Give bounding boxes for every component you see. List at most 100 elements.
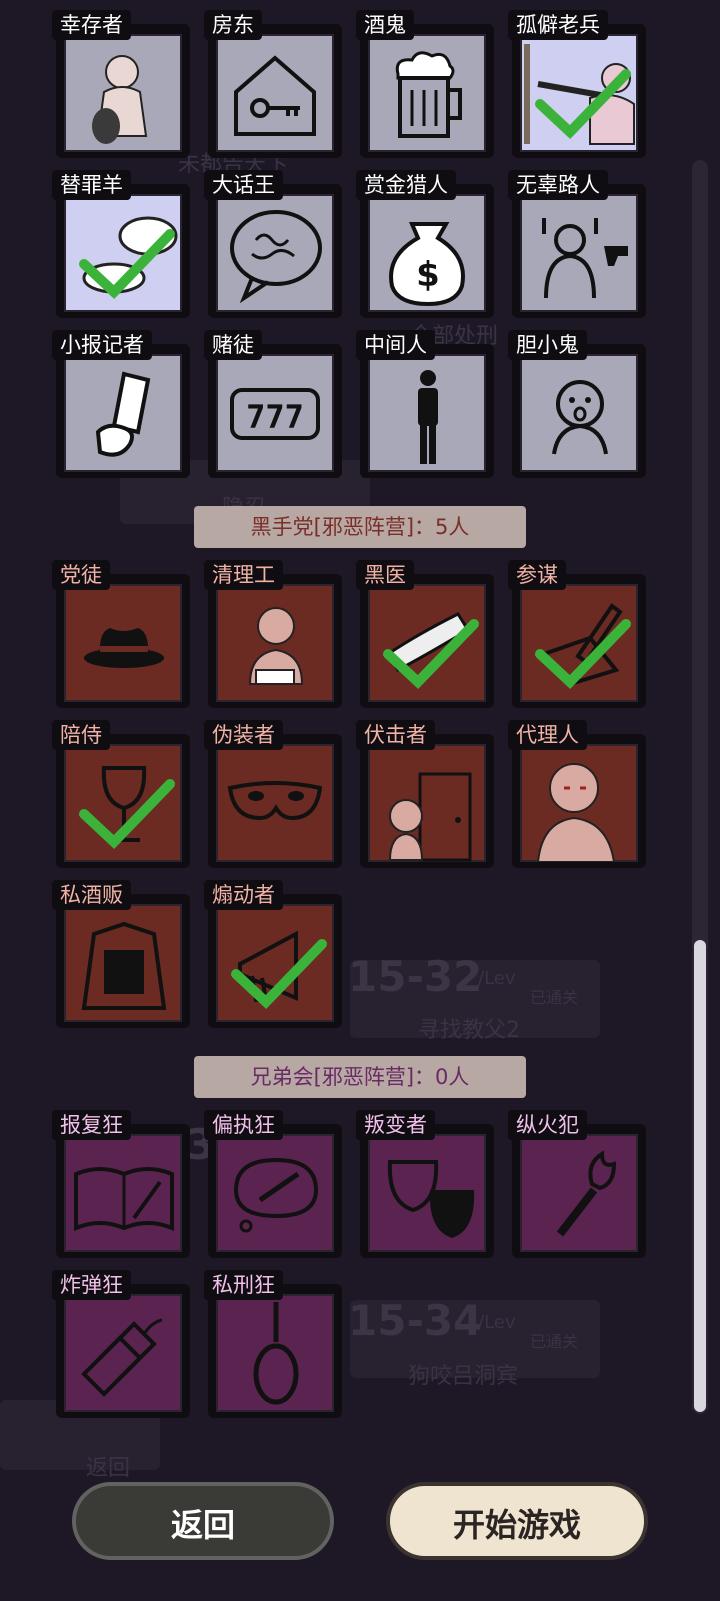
back-button[interactable]: 返回 [72, 1482, 334, 1560]
checkmark-icon [231, 939, 327, 1010]
role-card-advisor[interactable]: 参谋 [508, 560, 646, 708]
svg-text:$: $ [416, 255, 440, 295]
coat-bottles-icon [81, 921, 167, 1010]
bg-level-number: 15-32 [348, 952, 483, 1001]
role-label: 党徒 [52, 560, 110, 590]
book-knife-icon [74, 1167, 174, 1231]
role-label: 参谋 [508, 560, 566, 590]
checkmark-icon [79, 229, 175, 300]
role-card-liar[interactable]: 大话王 [204, 170, 342, 318]
role-card-tabloid-reporter[interactable]: 小报记者 [52, 330, 190, 478]
theater-masks-icon [387, 1160, 475, 1238]
torch-icon [556, 1150, 617, 1237]
bg-level-suffix: /Lev [478, 968, 516, 989]
bg-back-label: 返回 [86, 1456, 131, 1481]
money-bag-icon: $ [389, 222, 465, 307]
role-card-survivor[interactable]: 幸存者 [52, 10, 190, 158]
role-card-cleaner[interactable]: 清理工 [204, 560, 342, 708]
newspaper-icon [95, 371, 151, 457]
hostage-icon [542, 218, 628, 299]
role-label: 清理工 [204, 560, 283, 590]
ambush-door-icon [388, 772, 472, 862]
role-label: 私刑狂 [204, 1270, 283, 1300]
beer-mug-icon [395, 51, 462, 138]
thought-knife-icon [233, 1157, 319, 1233]
role-label: 中间人 [356, 330, 435, 360]
mask-icon [227, 781, 323, 821]
scrollbar-thumb[interactable] [694, 940, 706, 1412]
role-label: 叛变者 [356, 1110, 435, 1140]
role-card-instigator[interactable]: 煽动者 [204, 880, 342, 1028]
survivor-icon [92, 55, 148, 144]
checkmark-icon [535, 69, 631, 140]
role-card-landlord[interactable]: 房东 [204, 10, 342, 158]
role-card-escort[interactable]: 陪侍 [52, 720, 190, 868]
brotherhood-faction-banner: 兄弟会[邪恶阵营]：0人 [194, 1056, 526, 1098]
dynamite-icon [81, 1318, 163, 1397]
role-label: 偏执狂 [204, 1110, 283, 1140]
svg-text:777: 777 [246, 398, 304, 436]
role-card-thug[interactable]: 党徒 [52, 560, 190, 708]
mafia-faction-banner: 黑手党[邪恶阵营]：5人 [194, 506, 526, 548]
role-card-bomber[interactable]: 炸弹狂 [52, 1270, 190, 1418]
house-key-icon [234, 55, 316, 136]
role-card-disguiser[interactable]: 伪装者 [204, 720, 342, 868]
role-card-bounty-hunter[interactable]: $ 赏金猎人 [356, 170, 494, 318]
role-label: 替罪羊 [52, 170, 131, 200]
role-card-ambusher[interactable]: 伏击者 [356, 720, 494, 868]
scrollbar-track[interactable] [692, 160, 708, 1414]
role-label: 煽动者 [204, 880, 283, 910]
role-label: 赌徒 [204, 330, 262, 360]
role-label: 大话王 [204, 170, 283, 200]
role-card-veteran[interactable]: 孤僻老兵 [508, 10, 646, 158]
bg-level-title: 狗咬吕洞宾 [408, 1364, 519, 1389]
role-label: 孤僻老兵 [508, 10, 608, 40]
role-label: 无辜路人 [508, 170, 608, 200]
role-label: 代理人 [508, 720, 587, 750]
role-label: 赏金猎人 [356, 170, 456, 200]
checkmark-icon [535, 619, 631, 690]
role-card-vigilante[interactable]: 私刑狂 [204, 1270, 342, 1418]
role-label: 炸弹狂 [52, 1270, 131, 1300]
thumbs-down-icon [536, 763, 616, 862]
role-card-proxy[interactable]: 代理人 [508, 720, 646, 868]
role-card-bootlegger[interactable]: 私酒贩 [52, 880, 190, 1028]
role-label: 酒鬼 [356, 10, 414, 40]
role-card-shady-doctor[interactable]: 黑医 [356, 560, 494, 708]
role-card-traitor[interactable]: 叛变者 [356, 1110, 494, 1258]
bg-level-title: 寻找教父2 [418, 1018, 520, 1043]
role-label: 胆小鬼 [508, 330, 587, 360]
role-card-paranoid[interactable]: 偏执狂 [204, 1110, 342, 1258]
role-card-scapegoat[interactable]: 替罪羊 [52, 170, 190, 318]
person-icon [418, 370, 438, 464]
role-label: 伪装者 [204, 720, 283, 750]
role-card-bystander[interactable]: 无辜路人 [508, 170, 646, 318]
role-label: 黑医 [356, 560, 414, 590]
slot-777-icon: 777 [230, 388, 320, 440]
checkmark-icon [383, 619, 479, 690]
role-label: 幸存者 [52, 10, 131, 40]
role-label: 房东 [204, 10, 262, 40]
bg-level-suffix: /Lev [478, 1312, 516, 1333]
role-card-drunkard[interactable]: 酒鬼 [356, 10, 494, 158]
role-label: 小报记者 [52, 330, 152, 360]
speech-bubble-icon [230, 210, 322, 304]
role-card-avenger[interactable]: 报复狂 [52, 1110, 190, 1258]
checkmark-icon [79, 779, 175, 850]
role-label: 报复狂 [52, 1110, 131, 1140]
bg-level-number: 15-34 [348, 1296, 483, 1345]
start-game-button[interactable]: 开始游戏 [386, 1482, 648, 1560]
role-label: 陪侍 [52, 720, 110, 750]
role-label: 伏击者 [356, 720, 435, 750]
role-label: 私酒贩 [52, 880, 131, 910]
bg-cleared-badge: 已通关 [530, 988, 579, 1007]
scared-face-icon [552, 380, 608, 455]
bg-cleared-badge: 已通关 [530, 1332, 579, 1351]
cleaner-icon [248, 607, 304, 685]
role-card-coward[interactable]: 胆小鬼 [508, 330, 646, 478]
fedora-hat-icon [84, 628, 164, 668]
role-card-gambler[interactable]: 777 赌徒 [204, 330, 342, 478]
role-card-middleman[interactable]: 中间人 [356, 330, 494, 478]
role-label: 纵火犯 [508, 1110, 587, 1140]
role-card-arsonist[interactable]: 纵火犯 [508, 1110, 646, 1258]
